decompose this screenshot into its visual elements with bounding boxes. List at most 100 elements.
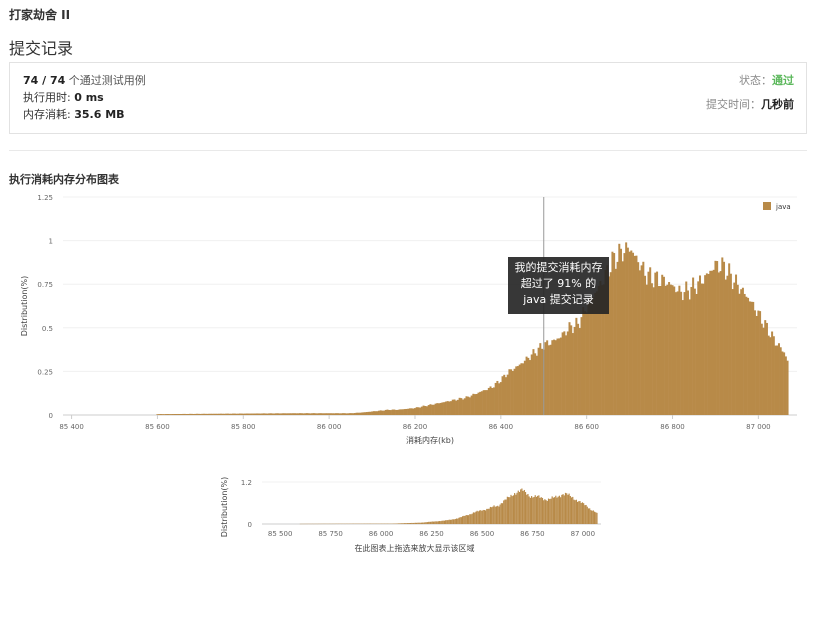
nav-bar	[407, 523, 408, 524]
nav-bar	[504, 500, 505, 524]
bar	[467, 397, 469, 415]
nav-bar	[531, 496, 532, 524]
bar	[196, 414, 198, 415]
nav-bar	[552, 496, 553, 524]
bar	[450, 401, 452, 415]
bar	[400, 409, 402, 415]
nav-bar	[526, 495, 527, 524]
bar	[280, 413, 282, 415]
bar	[210, 414, 212, 415]
bar	[666, 285, 668, 415]
bar	[220, 414, 222, 415]
nav-bar	[532, 498, 533, 524]
bar	[694, 289, 696, 415]
bar	[168, 414, 170, 415]
bar	[237, 414, 239, 415]
bar	[424, 406, 426, 415]
memory-value: 35.6 MB	[74, 108, 124, 121]
nav-bar	[483, 510, 484, 524]
nav-bar	[588, 508, 589, 524]
nav-bar	[449, 520, 450, 524]
bar	[697, 281, 699, 415]
bar	[534, 353, 536, 415]
nav-bar	[485, 510, 486, 524]
bar	[390, 410, 392, 415]
bar	[651, 283, 653, 415]
bar	[678, 286, 680, 415]
bar	[213, 414, 215, 415]
bar	[335, 413, 337, 415]
bar	[615, 269, 617, 415]
nav-bar	[546, 500, 547, 524]
nav-bar	[447, 520, 448, 524]
bar	[665, 286, 667, 415]
bar	[399, 409, 401, 415]
bar	[184, 414, 186, 415]
bar	[405, 409, 407, 415]
bar	[397, 410, 399, 415]
bar	[563, 331, 565, 415]
nav-bar	[416, 523, 417, 524]
nav-bar	[451, 520, 452, 524]
nav-bar	[539, 498, 540, 524]
nav-bar	[521, 489, 522, 524]
nav-bar	[455, 519, 456, 524]
nav-bar	[503, 500, 504, 524]
nav-bar	[463, 516, 464, 524]
nav-bar	[593, 510, 594, 524]
bar	[438, 403, 440, 415]
bar	[611, 252, 613, 415]
bar	[733, 283, 735, 415]
bar	[546, 340, 548, 415]
bar	[740, 289, 742, 415]
bar	[192, 414, 194, 415]
bar	[198, 414, 200, 415]
nav-bar	[400, 523, 401, 524]
bar	[165, 414, 167, 415]
tooltip-line-3: java 提交记录	[508, 292, 609, 308]
nav-bar	[478, 511, 479, 524]
bar	[641, 265, 643, 415]
bar	[747, 298, 749, 415]
bar	[311, 413, 313, 415]
bar	[301, 413, 303, 415]
bar	[515, 366, 517, 415]
bar	[285, 413, 287, 415]
bar	[484, 390, 486, 415]
bar	[175, 414, 177, 415]
bar	[421, 407, 423, 415]
nav-bar	[592, 511, 593, 524]
bar	[256, 413, 258, 415]
bar	[577, 324, 579, 415]
bar	[574, 327, 576, 415]
bar	[342, 413, 344, 415]
nav-bar	[477, 511, 478, 524]
bar	[404, 409, 406, 415]
bar	[289, 413, 291, 415]
bar	[455, 401, 457, 415]
bar	[587, 303, 589, 415]
status-row: 状态：通过	[739, 72, 794, 88]
bar	[491, 388, 493, 415]
bar	[167, 414, 169, 415]
nav-bar	[454, 519, 455, 524]
nav-bar	[474, 513, 475, 524]
navigator-chart[interactable]: 01.285 50085 75086 00086 25086 50086 750…	[0, 460, 826, 580]
tooltip-line-2: 超过了 91% 的	[508, 276, 609, 292]
bar	[677, 291, 679, 415]
bar	[453, 399, 455, 415]
nav-bar	[432, 521, 433, 524]
nav-bar	[584, 505, 585, 524]
nav-bar	[444, 521, 445, 524]
nav-bar	[536, 497, 537, 524]
bar	[680, 292, 682, 415]
bar	[447, 401, 449, 415]
bar	[769, 337, 771, 415]
nav-bar	[440, 521, 441, 524]
bar	[639, 270, 641, 415]
bar	[320, 413, 322, 415]
nav-bar	[564, 495, 565, 524]
bar	[500, 382, 502, 415]
nav-bar	[542, 498, 543, 524]
bar	[241, 414, 243, 415]
